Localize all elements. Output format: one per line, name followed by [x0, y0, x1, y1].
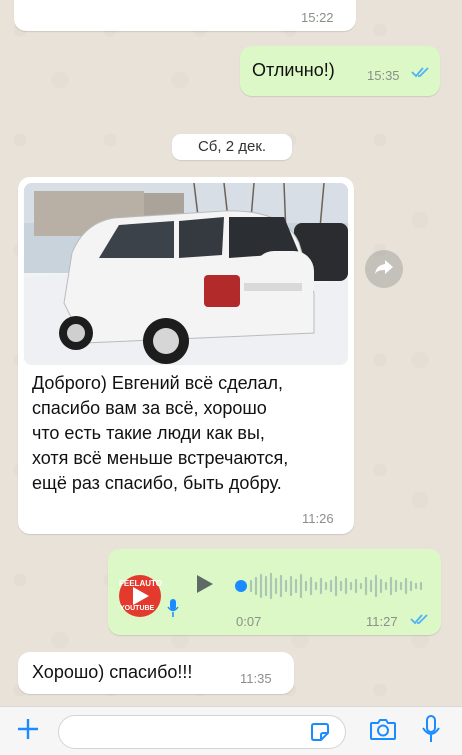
date-divider: Сб, 2 дек. — [172, 134, 292, 160]
voice-message-bubble[interactable]: FEELAUTO YOUTUBE 0:07 11:27 — [108, 549, 441, 635]
message-time: 11:26 — [302, 511, 334, 526]
message-input-bar — [0, 706, 462, 755]
message-text-line: хотя всё меньше встречаются, — [32, 448, 289, 468]
sticker-icon[interactable] — [309, 721, 331, 743]
message-bubble-received-partial[interactable]: 15:22 — [14, 0, 356, 31]
message-time: 15:35 — [367, 68, 400, 83]
message-time: 11:27 — [366, 614, 398, 629]
message-time: 15:22 — [301, 10, 334, 25]
plus-icon — [16, 717, 40, 746]
message-time: 11:35 — [240, 671, 272, 686]
double-check-icon — [410, 612, 430, 629]
forward-arrow-icon — [374, 258, 394, 281]
voice-waveform[interactable] — [233, 571, 429, 601]
voice-duration: 0:07 — [236, 614, 262, 629]
avatar-label: FEELAUTO — [119, 579, 162, 588]
message-text: Хорошо) спасибо!!! — [32, 662, 193, 682]
message-text: Отлично!) — [252, 60, 335, 80]
message-bubble-sent[interactable]: Отлично!) 15:35 — [240, 46, 440, 96]
camera-button[interactable] — [368, 717, 398, 745]
message-photo[interactable] — [24, 183, 348, 365]
message-bubble-received-photo[interactable]: Доброго) Евгений всё сделал, спасибо вам… — [18, 177, 354, 534]
message-text-line: что есть такие люди как вы, — [32, 423, 265, 443]
message-text-line: спасибо вам за всё, хорошо — [32, 398, 267, 418]
play-button[interactable] — [194, 574, 216, 598]
message-text-line: Доброго) Евгений всё сделал, — [32, 373, 284, 393]
message-bubble-received[interactable]: Хорошо) спасибо!!! 11:35 — [18, 652, 294, 694]
microphone-icon — [422, 714, 440, 748]
avatar: FEELAUTO YOUTUBE — [116, 574, 172, 618]
double-check-icon — [411, 65, 431, 82]
message-text-line: ещё раз спасибо, быть добру. — [32, 473, 282, 493]
camera-icon — [369, 717, 397, 746]
microphone-icon — [166, 597, 180, 619]
forward-button[interactable] — [365, 250, 403, 288]
message-input[interactable] — [58, 715, 346, 749]
play-icon — [196, 574, 214, 599]
attach-button[interactable] — [14, 717, 42, 745]
voice-record-button[interactable] — [418, 714, 444, 748]
message-text: Доброго) Евгений всё сделал, спасибо вам… — [32, 371, 342, 496]
avatar-label: YOUTUBE — [120, 605, 155, 612]
